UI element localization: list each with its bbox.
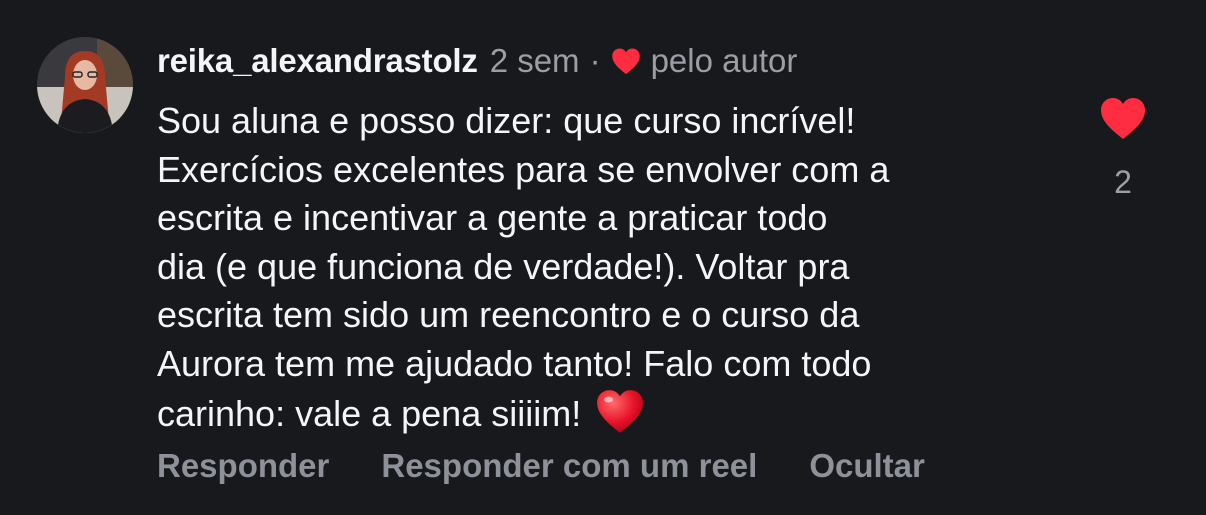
comment-line: Aurora tem me ajudado tanto! Falo com to… [157,342,872,384]
heart-icon [1099,98,1147,144]
separator-dot: · [589,42,601,79]
comment-line: Sou aluna e posso dizer: que curso incrí… [157,100,856,141]
username[interactable]: reika_alexandrastolz [157,42,478,80]
liked-by-author-label: pelo autor [650,42,798,79]
like-button[interactable] [1098,96,1148,145]
comment-line: escrita e incentivar a gente a praticar … [157,197,828,238]
like-count[interactable]: 2 [1098,164,1148,201]
comment-actions: Responder Responder com um reel Ocultar [157,447,977,485]
red-heart-emoji-icon [595,388,645,447]
reply-with-reel-button[interactable]: Responder com um reel [381,447,757,485]
timestamp: 2 sem [489,42,580,79]
comment-line: Exercícios excelentes para se envolver c… [157,148,890,190]
hide-button[interactable]: Ocultar [809,447,925,485]
comment-item: reika_alexandrastolz 2 sem · pelo autor … [0,0,1206,515]
comment-line: escrita tem sido um reencontro e o curso… [157,294,860,335]
reply-button[interactable]: Responder [157,447,329,485]
heart-icon [611,47,641,75]
comment-body: Sou aluna e posso dizer: que curso incrí… [157,97,1057,447]
comment-line: carinho: vale a pena siiiim! [157,393,582,434]
comment-line: dia (e que funciona de verdade!). Voltar… [157,245,850,287]
avatar[interactable] [37,37,133,133]
comment-last-line: carinho: vale a pena siiiim! [157,388,1057,447]
comment-header: reika_alexandrastolz 2 sem · pelo autor [157,38,797,84]
